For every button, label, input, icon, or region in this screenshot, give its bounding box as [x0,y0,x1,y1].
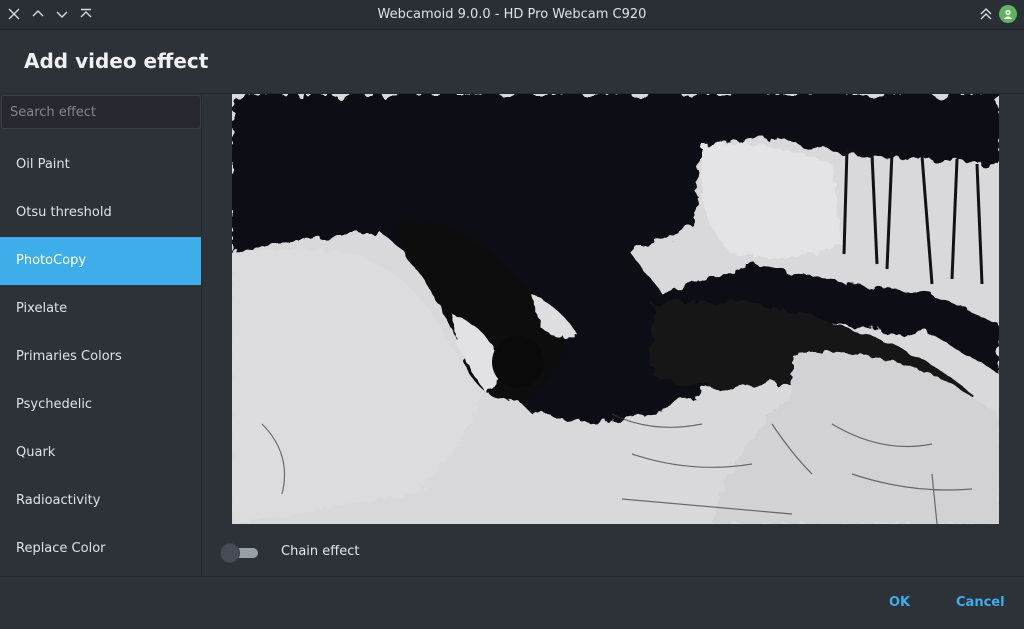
dialog-header: Add video effect [0,30,1024,94]
switch-knob [220,543,240,563]
effect-list: Oil Paint Otsu threshold PhotoCopy Pixel… [0,141,201,573]
list-item-primaries-colors[interactable]: Primaries Colors [0,333,201,381]
chain-effect-label: Chain effect [281,544,360,559]
preview-photo [232,94,999,524]
list-item-quark[interactable]: Quark [0,429,201,477]
chain-effect-switch[interactable] [220,543,260,563]
list-item-replace-color[interactable]: Replace Color [0,525,201,573]
double-chevron-up-icon[interactable] [976,4,996,24]
window-title: Webcamoid 9.0.0 - HD Pro Webcam C920 [377,7,647,22]
cancel-button[interactable]: Cancel [956,595,1005,610]
effect-preview-image [232,94,999,524]
list-item-photocopy[interactable]: PhotoCopy [0,237,201,285]
title-bar: Webcamoid 9.0.0 - HD Pro Webcam C920 [0,0,1024,30]
list-item-otsu-threshold[interactable]: Otsu threshold [0,189,201,237]
list-item-pixelate[interactable]: Pixelate [0,285,201,333]
page-title: Add video effect [24,49,209,73]
ok-button[interactable]: OK [889,595,910,610]
effects-sidebar: Oil Paint Otsu threshold PhotoCopy Pixel… [0,94,202,576]
list-item-psychedelic[interactable]: Psychedelic [0,381,201,429]
list-item-radioactivity[interactable]: Radioactivity [0,477,201,525]
list-item-oil-paint[interactable]: Oil Paint [0,141,201,189]
dialog-footer: OK Cancel [0,576,1024,629]
webcamoid-app-icon [998,4,1018,24]
dialog-window: Webcamoid 9.0.0 - HD Pro Webcam C920 Add… [0,0,1024,629]
search-input[interactable] [1,95,201,129]
